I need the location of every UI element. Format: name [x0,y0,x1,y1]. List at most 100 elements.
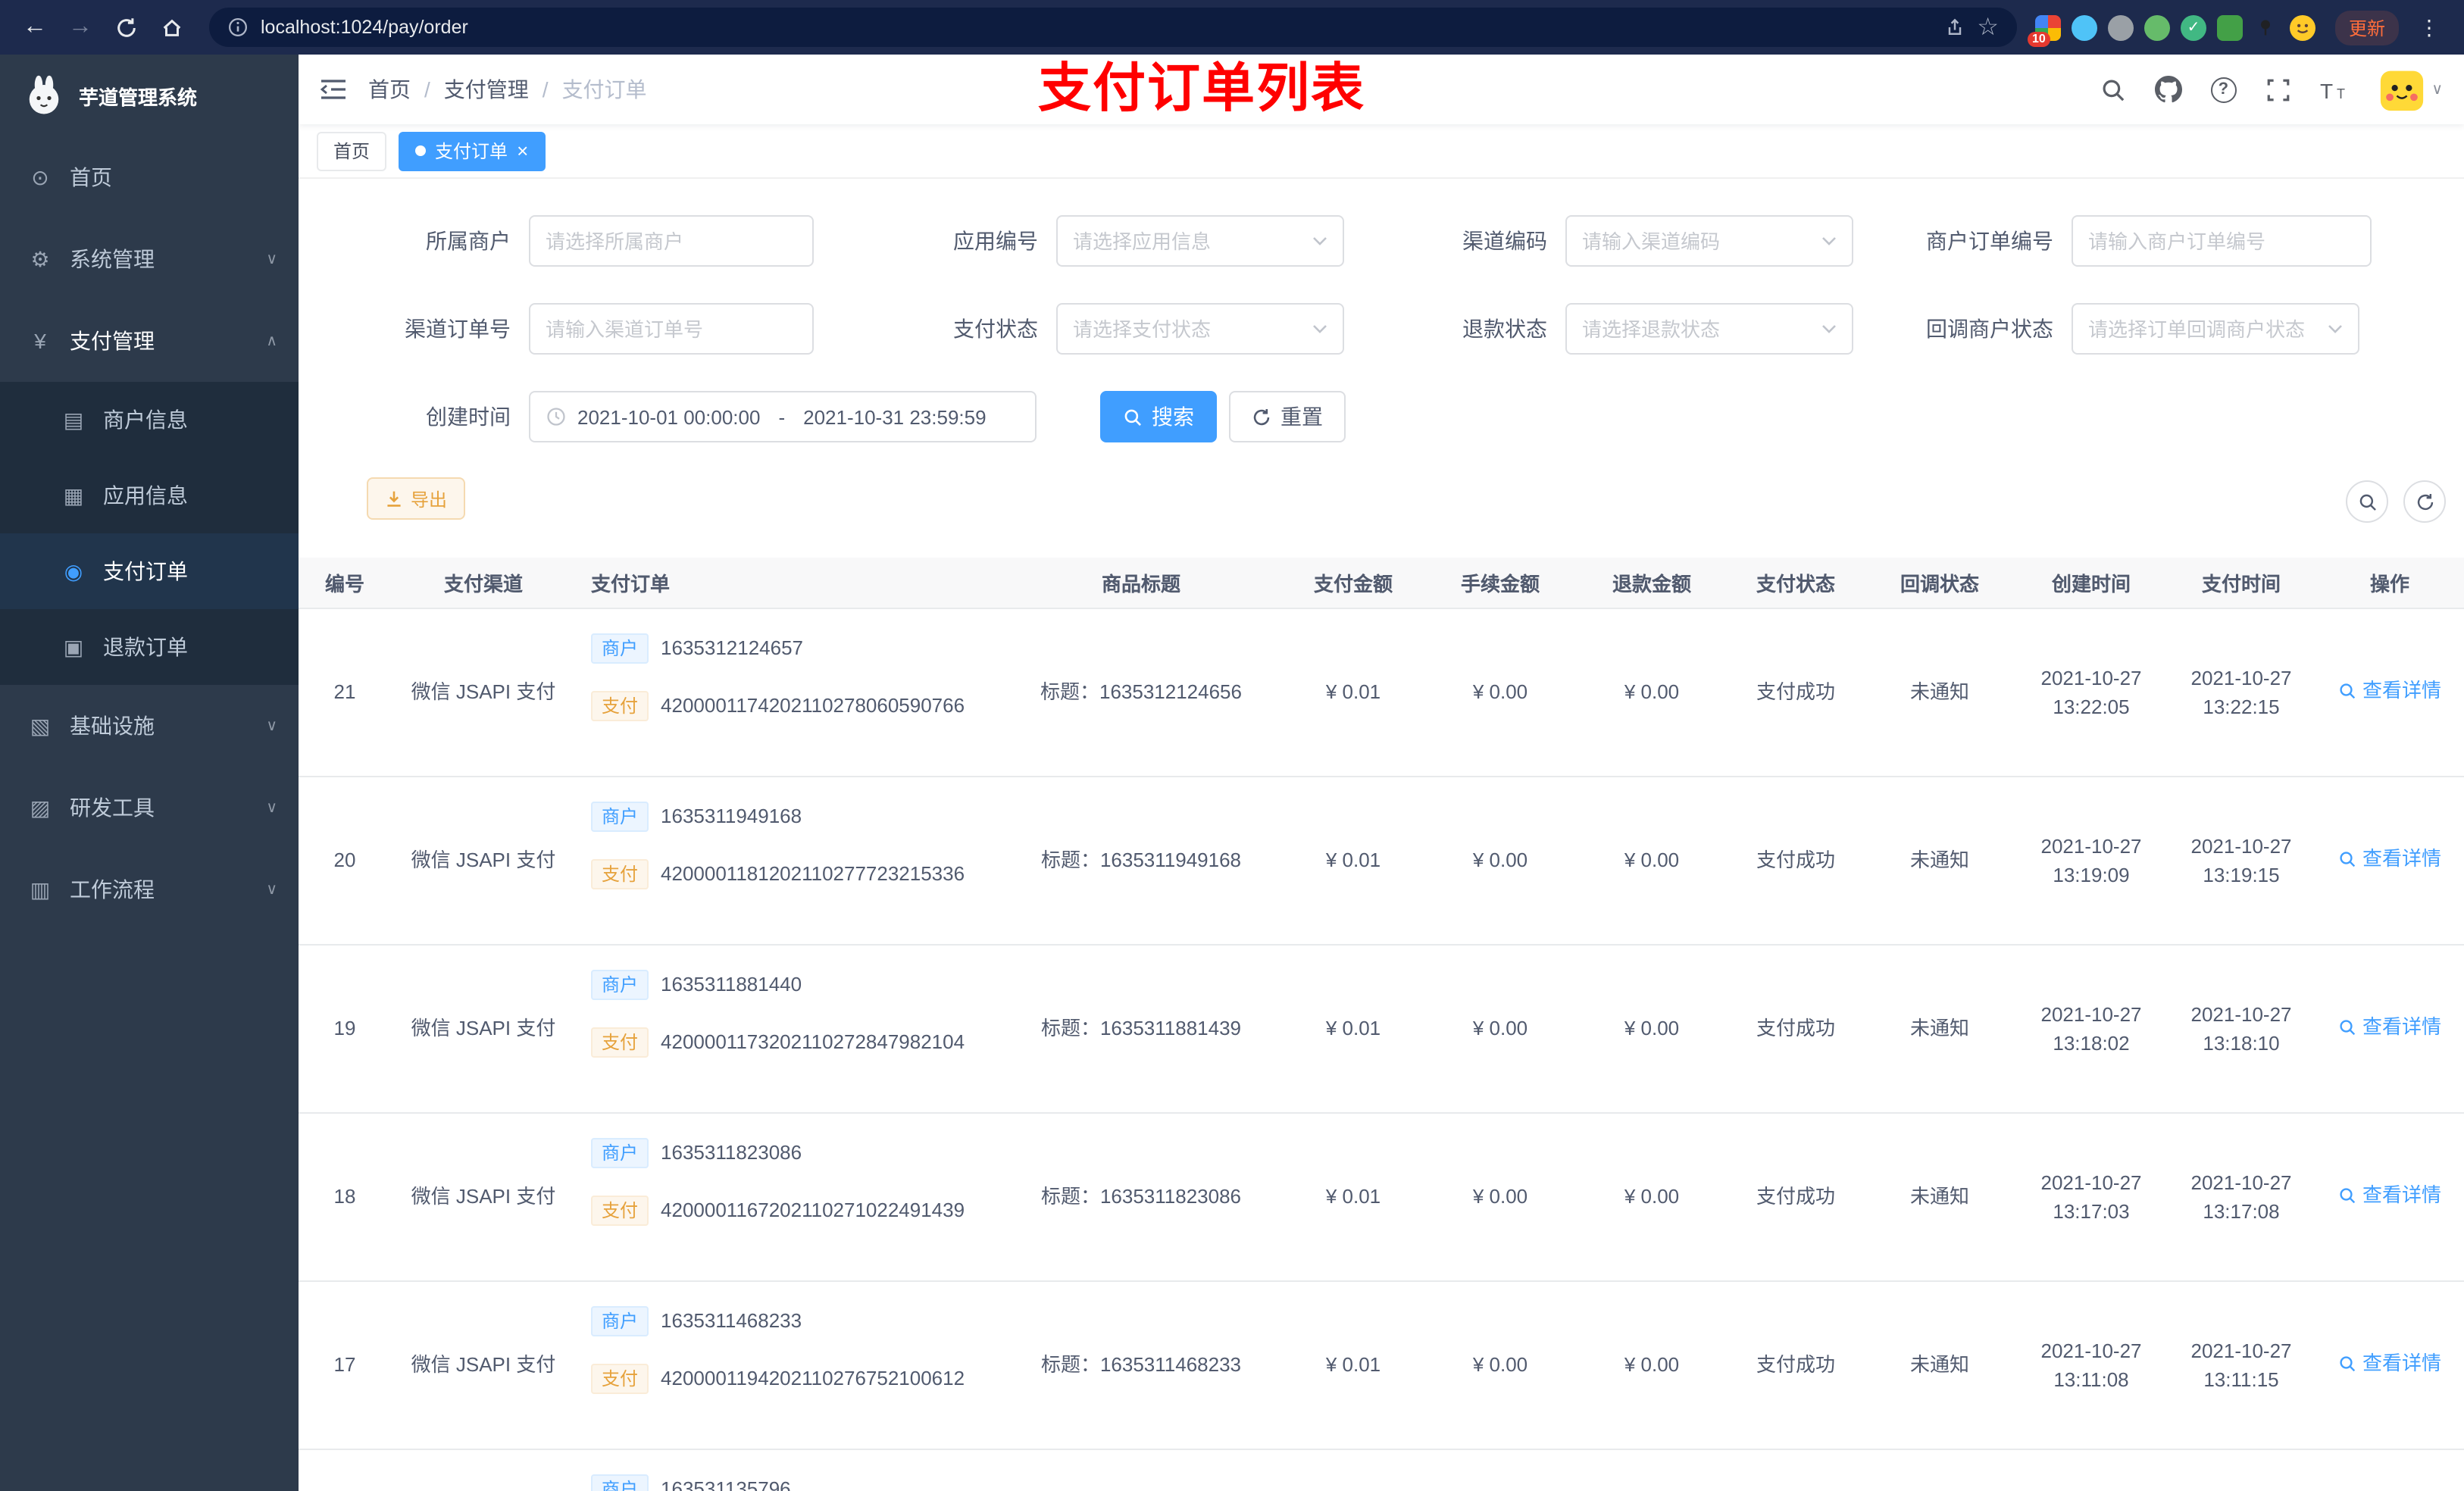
date-start[interactable]: 2021-10-01 00:00:00 [577,405,760,428]
sidebar-item-workflow[interactable]: ▥ 工作流程 ∨ [0,849,299,930]
github-icon[interactable] [2154,76,2182,103]
app-no-input[interactable] [1073,230,1312,252]
pay-amount: ¥ 0.01 [1325,1353,1381,1377]
channel-code-input[interactable] [1582,230,1821,252]
extension-green-icon[interactable] [2143,14,2170,40]
toggle-search-button[interactable] [2346,480,2388,523]
create-time: 2021-10-27 13:11:08 [2040,1339,2142,1391]
fullscreen-icon[interactable] [2265,77,2290,102]
chevron-down-icon [1313,237,1327,245]
pin-icon[interactable] [2253,14,2279,40]
extension-gray-icon[interactable] [2107,14,2134,40]
view-detail-link[interactable]: 查看详情 [2338,1181,2441,1211]
breadcrumb-home[interactable]: 首页 [368,74,411,105]
help-icon[interactable]: ? [2210,77,2237,102]
extension-drop-icon[interactable] [2071,14,2097,40]
bookmark-star-icon[interactable]: ☆ [1977,12,1999,42]
notify-status-input[interactable] [2088,317,2328,340]
collapse-sidebar-icon[interactable] [320,77,347,102]
chevron-down-icon: ∨ [266,251,277,267]
view-detail-link[interactable]: 查看详情 [2338,845,2441,874]
pay-amount: ¥ 0.01 [1325,1185,1381,1208]
sidebar-item-pay-order[interactable]: ◉ 支付订单 [0,533,299,609]
sidebar-item-devtool[interactable]: ▨ 研发工具 ∨ [0,767,299,849]
sidebar-item-merchant-info[interactable]: ▤ 商户信息 [0,382,299,458]
refund-status-input[interactable] [1582,317,1821,340]
briefcase-icon: ▥ [30,877,51,901]
channel-order-no-field[interactable] [529,303,814,355]
pay-status-select[interactable] [1056,303,1344,355]
sidebar-item-pay[interactable]: ¥ 支付管理 ∧ [0,300,299,382]
date-end[interactable]: 2021-10-31 23:59:59 [803,405,986,428]
site-info-icon[interactable] [227,17,249,38]
browser-menu-icon[interactable]: ⋮ [2409,14,2449,40]
chevron-down-icon: ∨ [266,717,277,734]
user-avatar[interactable]: ∨ [2378,67,2443,112]
font-size-icon[interactable]: TT [2319,78,2350,101]
profile-avatar-icon[interactable] [2289,14,2315,40]
merchant-tag: 商户 [591,1474,649,1491]
pay-status-input[interactable] [1073,317,1312,340]
sidebar-item-system[interactable]: ⚙ 系统管理 ∨ [0,218,299,300]
merchant-select[interactable] [529,215,814,267]
merchant-order-no-field[interactable] [2072,215,2372,267]
sidebar-item-refund-order[interactable]: ▣ 退款订单 [0,609,299,685]
close-icon[interactable]: × [517,141,528,161]
view-detail-link[interactable]: 查看详情 [2338,1013,2441,1042]
chevron-down-icon: ∨ [2431,81,2443,98]
tab-home[interactable]: 首页 [317,131,387,170]
extension-grid-icon[interactable]: 10 [2027,14,2061,46]
breadcrumb: 首页 / 支付管理 / 支付订单 [368,74,647,105]
merchant-order-no: 1635311823086 [661,1141,802,1164]
pay-amount: ¥ 0.01 [1325,680,1381,704]
channel-order-no-input[interactable] [546,317,797,340]
back-icon[interactable]: ← [15,8,55,47]
channel-code-select[interactable] [1565,215,1853,267]
logo[interactable]: 芋道管理系统 [0,55,299,136]
topbar: 首页 / 支付管理 / 支付订单 支付订单列表 ? T T ∨ [299,55,2464,124]
refund-status-select[interactable] [1565,303,1853,355]
refresh-icon [2416,492,2433,510]
goods-title: 标题：1635311949168 [1040,849,1242,872]
pay-status: 支付成功 [1756,1017,1835,1040]
channel-order-no-label: 渠道订单号 [405,317,511,341]
refund-amount: ¥ 0.00 [1624,1353,1680,1377]
reset-button[interactable]: 重置 [1229,391,1346,442]
address-bar[interactable]: localhost:1024/pay/order ☆ [209,8,2017,47]
forward-icon[interactable]: → [61,8,100,47]
sidebar-item-infra[interactable]: ▧ 基础设施 ∨ [0,685,299,767]
search-icon [2340,1188,2356,1204]
breadcrumb-pay[interactable]: 支付管理 [444,74,529,105]
view-detail-link[interactable]: 查看详情 [2338,677,2441,706]
chevron-down-icon: ∨ [266,881,277,898]
table-header: 编号 支付渠道 支付订单 商品标题 支付金额 手续金额 退款金额 支付状态 回调状态 创… [299,558,2464,609]
refresh-table-button[interactable] [2403,480,2446,523]
sidebar-item-app-info[interactable]: ▦ 应用信息 [0,458,299,533]
search-button[interactable]: 搜索 [1100,391,1217,442]
view-detail-link[interactable]: 查看详情 [2338,1349,2441,1379]
url-text[interactable]: localhost:1024/pay/order [261,17,1931,38]
document-icon: ▣ [63,634,84,658]
pay-time: 2021-10-27 13:17:08 [2190,1171,2292,1223]
create-time-range-picker[interactable]: 2021-10-01 00:00:00 - 2021-10-31 23:59:5… [529,391,1037,442]
pay-channel: 微信 JSAPI 支付 [411,680,556,704]
search-icon[interactable] [2100,77,2125,102]
create-time: 2021-10-27 13:19:09 [2040,834,2142,886]
notify-status-label: 回调商户状态 [1926,317,2053,341]
tab-pay-order[interactable]: 支付订单 × [399,131,546,170]
pay-order-cell: 商户 1635312124657 支付 4200001174202110278060… [576,609,1000,776]
app-no-select[interactable] [1056,215,1344,267]
screen: ← → localhost:1024/pay/order ☆ 10 ✓ 更新 ⋮… [0,0,2464,1491]
home-icon[interactable] [152,8,191,47]
vue-devtools-icon[interactable]: ✓ [2180,14,2206,40]
merchant-order-no-input[interactable] [2088,230,2355,252]
reload-icon[interactable] [106,8,145,47]
browser-update-button[interactable]: 更新 [2334,10,2399,45]
share-icon[interactable] [1943,17,1965,38]
pikachu-avatar-icon [2380,70,2423,111]
notify-status-select[interactable] [2072,303,2359,355]
merchant-input[interactable] [546,230,797,252]
sidebar-item-home[interactable]: ⊙ 首页 [0,136,299,218]
extension-chat-icon[interactable] [2216,14,2243,40]
export-button[interactable]: 导出 [367,477,466,520]
